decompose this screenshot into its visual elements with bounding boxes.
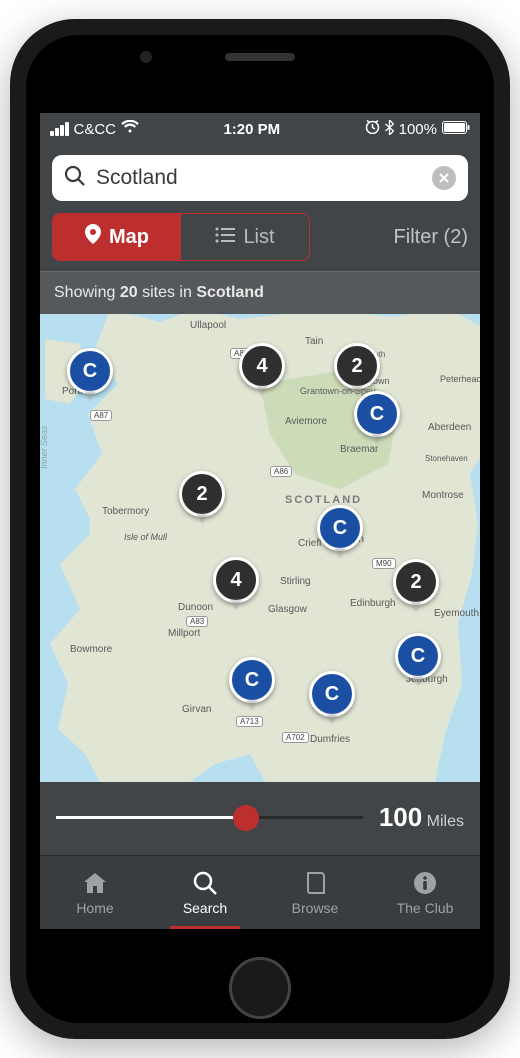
map-label-edinburgh: Edinburgh xyxy=(350,598,396,609)
map-pin-icon xyxy=(85,224,101,250)
road-a713: A713 xyxy=(236,716,263,727)
status-left: C&CC xyxy=(50,120,139,138)
map-label-isle-mull: Isle of Mull xyxy=(124,532,167,542)
map-label-glasgow: Glasgow xyxy=(268,604,307,615)
map-label-eyemouth: Eyemouth xyxy=(434,608,479,619)
carrier-label: C&CC xyxy=(74,121,117,138)
results-count: 20 xyxy=(120,284,138,301)
nav-search[interactable]: Search xyxy=(150,856,260,929)
road-a87: A87 xyxy=(90,410,112,421)
slider-fill xyxy=(56,816,246,819)
slider-thumb[interactable] xyxy=(233,805,259,831)
map-pin-11[interactable]: C xyxy=(309,671,355,717)
map-label-tain: Tain xyxy=(305,336,323,347)
radius-unit: Miles xyxy=(427,813,464,830)
tab-list[interactable]: List xyxy=(181,214,309,260)
map-label-dunoon: Dunoon xyxy=(178,602,213,613)
map-label-dumfries: Dumfries xyxy=(310,734,350,745)
battery-icon xyxy=(442,121,470,138)
nav-search-label: Search xyxy=(183,900,227,916)
filter-button[interactable]: Filter (2) xyxy=(394,226,468,249)
status-bar: C&CC 1:20 PM 100% xyxy=(40,113,480,145)
search-bar[interactable] xyxy=(52,155,468,201)
book-icon xyxy=(302,870,328,896)
phone-camera xyxy=(140,51,152,63)
phone-speaker xyxy=(225,53,295,61)
map-label-crieff: Crieff xyxy=(298,538,322,549)
signal-icon xyxy=(50,122,69,136)
view-tabs-row: Map List Filter (2) xyxy=(40,209,480,271)
map-label-ullapool: Ullapool xyxy=(190,320,226,331)
map-pin-8[interactable]: 2 xyxy=(393,559,439,605)
map-label-tobermory: Tobermory xyxy=(102,506,149,517)
map-label-peterhead: Peterhead xyxy=(440,374,480,384)
battery-text: 100% xyxy=(399,121,437,138)
radius-value-wrap: 100 Miles xyxy=(379,802,464,833)
home-button-physical[interactable] xyxy=(229,957,291,1019)
search-icon xyxy=(192,870,218,896)
map-label-inner-seas: Inner Seas xyxy=(40,425,49,469)
map-label-girvan: Girvan xyxy=(182,704,211,715)
bottom-nav: Home Search Browse The Club xyxy=(40,855,480,929)
search-bar-wrap xyxy=(40,145,480,209)
road-a83: A83 xyxy=(186,616,208,627)
results-summary: Showing 20 sites in Scotland xyxy=(40,271,480,314)
map-pin-5[interactable]: 2 xyxy=(179,471,225,517)
map-pin-6[interactable]: 4 xyxy=(213,557,259,603)
map-pin-9[interactable]: C xyxy=(395,633,441,679)
tab-map-label: Map xyxy=(109,226,149,249)
bluetooth-icon xyxy=(385,120,394,139)
alarm-icon xyxy=(365,120,380,138)
map-label-bowmore: Bowmore xyxy=(70,644,112,655)
map-pin-1[interactable]: C xyxy=(67,348,113,394)
status-right: 100% xyxy=(365,120,470,139)
home-icon xyxy=(82,870,108,896)
map-label-montrose: Montrose xyxy=(422,490,464,501)
phone-inner: C&CC 1:20 PM 100% xyxy=(26,35,494,1023)
nav-club[interactable]: The Club xyxy=(370,856,480,929)
clear-search-button[interactable] xyxy=(432,166,456,190)
nav-home[interactable]: Home xyxy=(40,856,150,929)
results-region: Scotland xyxy=(196,284,264,301)
nav-home-label: Home xyxy=(76,900,113,916)
radius-slider-row: 100 Miles xyxy=(40,782,480,853)
radius-value: 100 xyxy=(379,802,422,832)
road-a86: A86 xyxy=(270,466,292,477)
map-pin-4[interactable]: C xyxy=(354,391,400,437)
nav-browse-label: Browse xyxy=(292,900,339,916)
map-label-scotland: SCOTLAND xyxy=(285,494,362,506)
view-segmented-control: Map List xyxy=(52,213,310,261)
search-input[interactable] xyxy=(96,166,422,190)
map-label-stonehaven: Stonehaven xyxy=(425,454,468,463)
map-label-stirling: Stirling xyxy=(280,576,311,587)
map-label-braemar: Braemar xyxy=(340,444,378,455)
phone-frame: C&CC 1:20 PM 100% xyxy=(10,19,510,1039)
clock: 1:20 PM xyxy=(223,121,280,138)
info-icon xyxy=(412,870,438,896)
list-icon xyxy=(215,226,235,249)
map-pin-3[interactable]: 2 xyxy=(334,343,380,389)
results-prefix: Showing xyxy=(54,284,120,301)
map-pin-7[interactable]: C xyxy=(317,505,363,551)
map-label-aberdeen: Aberdeen xyxy=(428,422,471,433)
map-view[interactable]: SCOTLAND Ullapool Tain Portree Grantown-… xyxy=(40,314,480,782)
map-label-aviemore: Aviemore xyxy=(285,416,327,427)
map-pin-2[interactable]: 4 xyxy=(239,343,285,389)
app-screen: C&CC 1:20 PM 100% xyxy=(40,113,480,929)
road-a702: A702 xyxy=(282,732,309,743)
results-mid: sites in xyxy=(138,284,197,301)
radius-slider[interactable] xyxy=(56,816,363,819)
map-pin-10[interactable]: C xyxy=(229,657,275,703)
tab-list-label: List xyxy=(243,226,274,249)
tab-map[interactable]: Map xyxy=(53,214,181,260)
road-m90: M90 xyxy=(372,558,396,569)
nav-club-label: The Club xyxy=(397,900,454,916)
search-icon xyxy=(64,165,86,192)
nav-browse[interactable]: Browse xyxy=(260,856,370,929)
wifi-icon xyxy=(121,120,139,138)
map-label-millport: Millport xyxy=(168,628,200,639)
